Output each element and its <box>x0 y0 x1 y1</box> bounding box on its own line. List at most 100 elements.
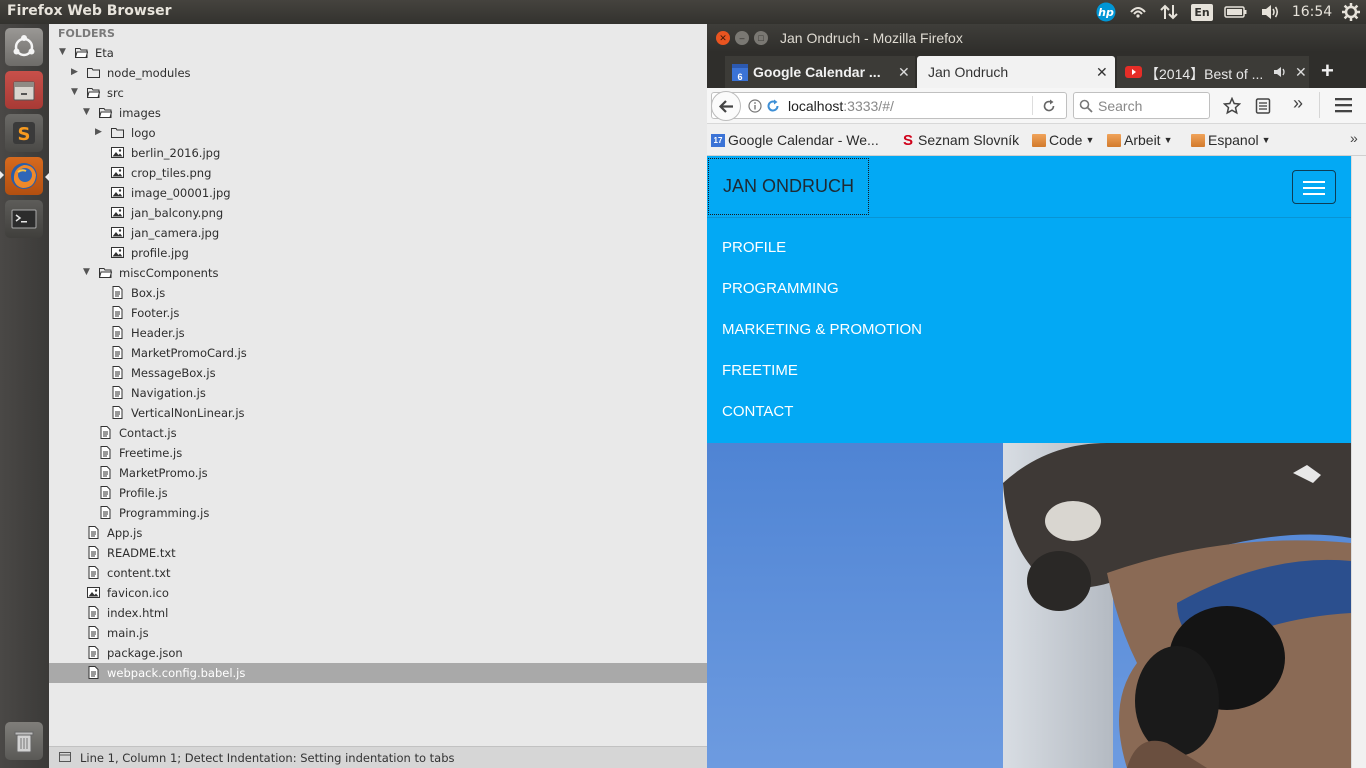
tree-file[interactable]: MessageBox.js <box>49 363 707 383</box>
panel-toggle-icon[interactable] <box>59 752 71 762</box>
tree-folder[interactable]: ▼ images <box>49 103 707 123</box>
file-icon <box>100 446 111 459</box>
tree-item-label: Programming.js <box>119 506 210 520</box>
close-tab-icon[interactable]: ✕ <box>1096 64 1108 81</box>
transfer-icon[interactable] <box>1158 2 1180 22</box>
url-bar[interactable]: localhost:3333/#/ <box>711 91 1067 121</box>
bookmark-star-icon[interactable] <box>1223 97 1241 115</box>
nav-link-contact[interactable]: CONTACT <box>722 403 793 420</box>
back-arrow-icon <box>718 100 733 113</box>
maximize-window-button[interactable]: □ <box>754 31 768 45</box>
tree-file[interactable]: main.js <box>49 623 707 643</box>
tree-file[interactable]: README.txt <box>49 543 707 563</box>
page-scrollbar[interactable] <box>1351 156 1366 768</box>
nav-link-marketing-promotion[interactable]: MARKETING & PROMOTION <box>722 321 922 338</box>
tree-file[interactable]: MarketPromo.js <box>49 463 707 483</box>
tree-file[interactable]: crop_tiles.png <box>49 163 707 183</box>
tree-item-label: main.js <box>107 626 149 640</box>
tree-file[interactable]: profile.jpg <box>49 243 707 263</box>
tree-folder[interactable]: ▶ logo <box>49 123 707 143</box>
close-window-button[interactable]: ✕ <box>716 31 730 45</box>
tree-file[interactable]: content.txt <box>49 563 707 583</box>
tree-item-label: MarketPromo.js <box>119 466 208 480</box>
tree-file[interactable]: App.js <box>49 523 707 543</box>
tree-file[interactable]: index.html <box>49 603 707 623</box>
expand-arrow-right-icon[interactable]: ▶ <box>95 127 102 137</box>
network-icon[interactable] <box>1128 2 1148 22</box>
bookmark-folder-espanol[interactable]: Espanol ▼ <box>1191 132 1271 148</box>
sublime-text-icon[interactable]: S <box>5 114 43 152</box>
site-brand-link[interactable]: JAN ONDRUCH <box>708 158 869 215</box>
expand-arrow-right-icon[interactable]: ▶ <box>71 67 78 77</box>
navbar-toggle-button[interactable] <box>1292 170 1336 204</box>
keyboard-icon[interactable]: En <box>1190 2 1214 22</box>
bookmark-folder-arbeit[interactable]: Arbeit ▼ <box>1107 132 1173 148</box>
tree-item-label: node_modules <box>107 66 191 80</box>
battery-icon[interactable] <box>1222 2 1250 22</box>
expand-arrow-down-icon[interactable]: ▼ <box>59 47 66 57</box>
tab-audio-icon[interactable] <box>1273 66 1287 78</box>
tree-file[interactable]: Navigation.js <box>49 383 707 403</box>
firefox-icon[interactable] <box>5 157 43 195</box>
back-button[interactable] <box>711 91 741 121</box>
tree-file[interactable]: Profile.js <box>49 483 707 503</box>
search-box[interactable]: Search <box>1073 92 1210 119</box>
expand-arrow-down-icon[interactable]: ▼ <box>71 87 78 97</box>
tab-youtube[interactable]: 【2014】Best of ... ✕ <box>1117 56 1309 88</box>
url-text[interactable]: localhost:3333/#/ <box>788 98 894 114</box>
tree-file[interactable]: favicon.ico <box>49 583 707 603</box>
bookmark-google-calendar[interactable]: 17 Google Calendar - We... <box>711 132 879 148</box>
volume-icon[interactable] <box>1258 2 1282 22</box>
tree-item-label: jan_camera.jpg <box>131 226 220 240</box>
bookmark-seznam-slovnik[interactable]: S Seznam Slovník <box>903 132 1019 148</box>
tree-file[interactable]: Programming.js <box>49 503 707 523</box>
tree-file[interactable]: Box.js <box>49 283 707 303</box>
tree-file[interactable]: MarketPromoCard.js <box>49 343 707 363</box>
tree-folder[interactable]: ▶ node_modules <box>49 63 707 83</box>
tree-file[interactable]: Footer.js <box>49 303 707 323</box>
trash-icon[interactable] <box>5 722 43 760</box>
hp-icon[interactable]: hp <box>1094 2 1118 22</box>
close-tab-icon[interactable]: ✕ <box>898 64 910 81</box>
tab-title: Google Calendar ... <box>753 64 881 80</box>
bookmarks-overflow-icon[interactable]: » <box>1350 130 1358 146</box>
menu-hamburger-icon[interactable] <box>1335 98 1352 113</box>
nav-link-profile[interactable]: PROFILE <box>722 239 786 256</box>
tree-file[interactable]: jan_balcony.png <box>49 203 707 223</box>
tree-file[interactable]: package.json <box>49 643 707 663</box>
tree-file[interactable]: Header.js <box>49 323 707 343</box>
tree-file[interactable]: berlin_2016.jpg <box>49 143 707 163</box>
tree-file[interactable]: VerticalNonLinear.js <box>49 403 707 423</box>
clock[interactable]: 16:54 <box>1289 2 1335 22</box>
close-tab-icon[interactable]: ✕ <box>1295 64 1307 81</box>
files-icon[interactable] <box>5 71 43 109</box>
new-tab-icon[interactable]: + <box>1321 58 1334 84</box>
nav-link-freetime[interactable]: FREETIME <box>722 362 798 379</box>
settings-gear-icon[interactable] <box>1340 2 1362 22</box>
search-icon <box>1079 99 1093 113</box>
reading-list-icon[interactable] <box>1255 97 1271 115</box>
expand-arrow-down-icon[interactable]: ▼ <box>83 267 90 277</box>
tree-folder[interactable]: ▼ Eta <box>49 43 707 63</box>
ubuntu-home-icon[interactable] <box>5 28 43 66</box>
tree-file[interactable]: Freetime.js <box>49 443 707 463</box>
tree-file[interactable]: webpack.config.babel.js <box>49 663 707 683</box>
expand-arrow-down-icon[interactable]: ▼ <box>83 107 90 117</box>
overflow-chevron-icon[interactable]: » <box>1293 93 1303 114</box>
tree-file[interactable]: image_00001.jpg <box>49 183 707 203</box>
tree-folder[interactable]: ▼ src <box>49 83 707 103</box>
reload-icon[interactable] <box>1042 99 1056 113</box>
tab-google-calendar[interactable]: 6 Google Calendar ... ✕ <box>725 56 915 88</box>
svg-text:hp: hp <box>1098 6 1114 19</box>
tree-file[interactable]: Contact.js <box>49 423 707 443</box>
tree-item-label: Footer.js <box>131 306 180 320</box>
bookmark-folder-code[interactable]: Code ▼ <box>1032 132 1094 148</box>
tree-item-label: Profile.js <box>119 486 168 500</box>
tree-file[interactable]: jan_camera.jpg <box>49 223 707 243</box>
minimize-window-button[interactable]: – <box>735 31 749 45</box>
tab-jan-ondruch[interactable]: Jan Ondruch ✕ <box>917 56 1115 88</box>
nav-link-programming[interactable]: PROGRAMMING <box>722 280 839 297</box>
site-info-icon[interactable] <box>748 99 762 113</box>
tree-folder[interactable]: ▼ miscComponents <box>49 263 707 283</box>
terminal-icon[interactable] <box>5 200 43 238</box>
